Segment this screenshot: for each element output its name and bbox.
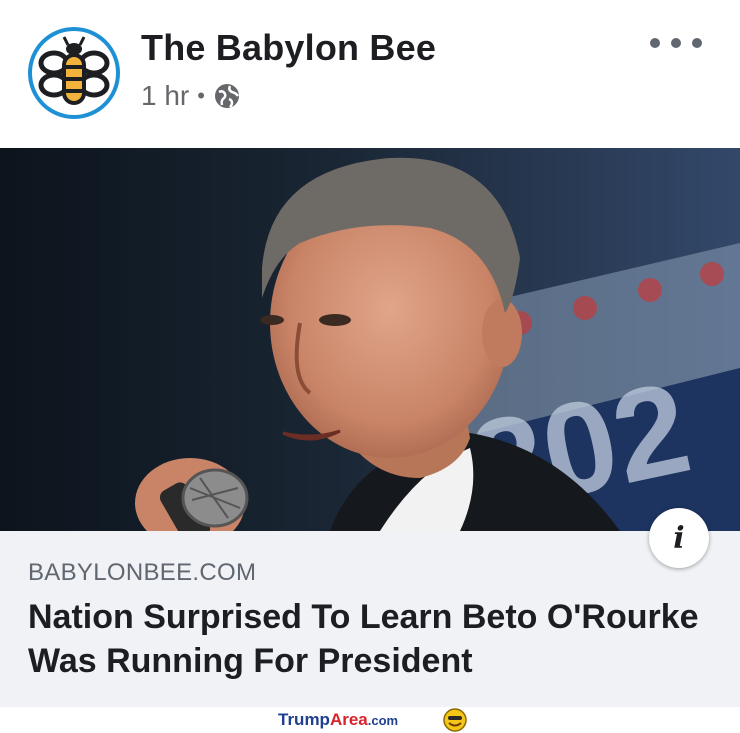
link-headline[interactable]: Nation Surprised To Learn Beto O'Rourke …: [28, 595, 718, 683]
watermark-area: Area: [329, 710, 368, 729]
link-preview-image[interactable]: 202: [0, 148, 740, 531]
post-meta: 1 hr •: [141, 80, 241, 112]
link-domain: BABYLONBEE.COM: [28, 559, 257, 586]
banner-star: [573, 296, 597, 320]
more-options-button[interactable]: [650, 28, 702, 58]
more-dot: [671, 38, 681, 48]
page-avatar[interactable]: [28, 27, 120, 119]
banner-star: [638, 278, 662, 302]
page-name-link[interactable]: The Babylon Bee: [141, 27, 436, 69]
globe-icon: [214, 84, 239, 108]
info-button[interactable]: i: [649, 508, 709, 568]
watermark-trump: Trump: [278, 710, 330, 729]
watermark: Trump Area .com: [278, 710, 398, 730]
more-dot: [650, 38, 660, 48]
post-timestamp[interactable]: 1 hr: [141, 80, 189, 112]
article-photo: 202: [0, 148, 740, 531]
babylon-bee-logo-icon: [36, 35, 112, 111]
smiley-icon: [443, 708, 467, 732]
meta-separator: •: [197, 83, 205, 108]
link-preview-card[interactable]: BABYLONBEE.COM Nation Surprised To Learn…: [0, 531, 740, 707]
post-header: The Babylon Bee 1 hr •: [0, 0, 740, 148]
more-dot: [692, 38, 702, 48]
banner-star: [700, 262, 724, 286]
watermark-com: .com: [367, 713, 399, 728]
